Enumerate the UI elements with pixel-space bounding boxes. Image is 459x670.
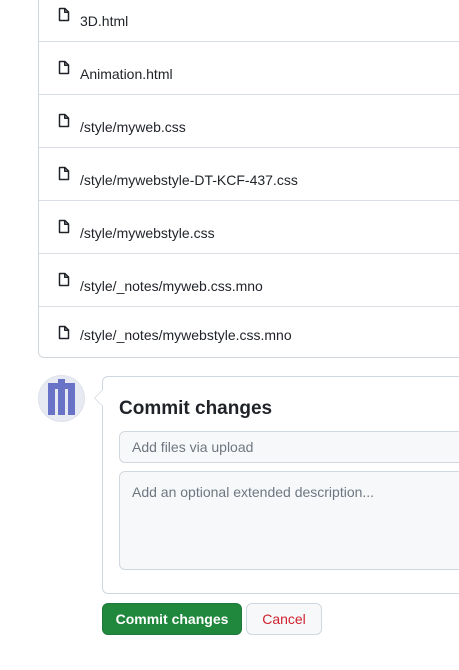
file-icon [56, 325, 72, 341]
file-icon [56, 272, 72, 288]
file-row: 3D.html [39, 0, 459, 42]
file-row: /style/myweb.css [39, 95, 459, 148]
caret-fill [95, 390, 103, 406]
file-name: Animation.html [80, 66, 173, 82]
file-icon [56, 166, 72, 182]
avatar[interactable] [38, 375, 85, 422]
file-row: /style/_notes/myweb.css.mno [39, 254, 459, 307]
commit-description-input[interactable] [119, 471, 459, 570]
file-icon [56, 60, 72, 76]
commit-form: Commit changes [94, 376, 459, 594]
file-row: /style/mywebstyle-DT-KCF-437.css [39, 148, 459, 201]
file-name: /style/mywebstyle.css [80, 225, 215, 241]
file-name: /style/mywebstyle-DT-KCF-437.css [80, 172, 298, 188]
cancel-button[interactable]: Cancel [246, 603, 322, 635]
file-name: /style/_notes/myweb.css.mno [80, 278, 263, 294]
commit-changes-button[interactable]: Commit changes [102, 603, 242, 635]
file-name: 3D.html [80, 13, 129, 29]
file-row: /style/_notes/mywebstyle.css.mno [39, 307, 459, 359]
file-name: /style/myweb.css [80, 119, 186, 135]
file-row: /style/mywebstyle.css [39, 201, 459, 254]
file-icon [56, 113, 72, 129]
file-icon [56, 219, 72, 235]
uploaded-file-list: 3D.html Animation.html /style/myweb.css … [38, 0, 459, 358]
file-name: /style/_notes/mywebstyle.css.mno [80, 327, 292, 343]
commit-title: Commit changes [119, 398, 273, 419]
file-row: Animation.html [39, 42, 459, 95]
commit-summary-input[interactable] [119, 431, 459, 463]
file-icon [56, 7, 72, 23]
